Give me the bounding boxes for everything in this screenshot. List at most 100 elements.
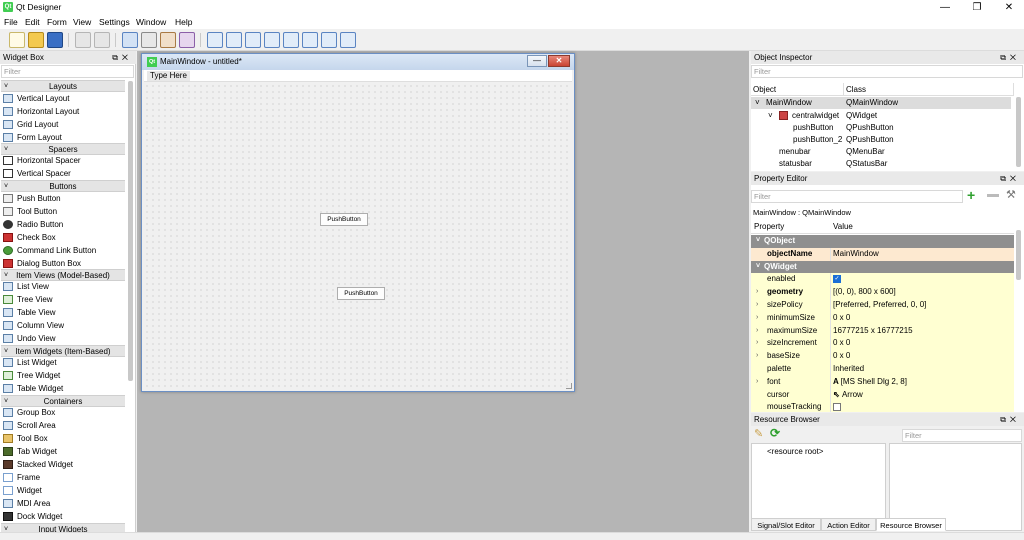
layout-grid-icon[interactable] <box>283 32 299 48</box>
chevron-right-icon[interactable]: › <box>756 312 758 325</box>
column-header-value[interactable]: Value <box>833 220 853 234</box>
property-row[interactable]: › sizePolicy [Preferred, Preferred, 0, 0] <box>751 299 1014 312</box>
chevron-down-icon[interactable]: ˅ <box>756 235 760 248</box>
category-buttons[interactable]: ˅ Buttons <box>1 180 125 192</box>
property-row[interactable]: › maximumSize 16777215 x 16777215 <box>751 324 1014 338</box>
menu-form[interactable]: Form <box>47 17 67 27</box>
object-inspector-scrollbar[interactable] <box>1016 97 1021 167</box>
widget-table-widget[interactable]: Table Widget <box>3 383 63 395</box>
widget-box-scrollbar[interactable] <box>128 81 133 381</box>
menu-file[interactable]: File <box>4 17 18 27</box>
chevron-right-icon[interactable]: › <box>756 286 758 299</box>
property-row[interactable]: mouseTracking <box>751 401 1014 412</box>
category-item-views[interactable]: ˅ Item Views (Model-Based) <box>1 269 125 281</box>
form-window[interactable]: Qt MainWindow - untitled* — ✕ Type Here … <box>141 53 575 392</box>
category-item-widgets[interactable]: ˅ Item Widgets (Item-Based) <box>1 345 125 357</box>
widget-push-button[interactable]: Push Button <box>3 193 61 205</box>
widget-frame[interactable]: Frame <box>3 472 40 484</box>
configure-wrench-icon[interactable]: ⚒ <box>1006 188 1016 201</box>
property-value[interactable]: 0 x 0 <box>833 337 850 350</box>
property-row[interactable]: › baseSize 0 x 0 <box>751 350 1014 363</box>
property-value[interactable]: 0 x 0 <box>833 350 850 363</box>
adjust-size-icon[interactable] <box>340 32 356 48</box>
oi-object-centralwidget[interactable]: centralwidget <box>792 110 839 122</box>
property-row[interactable]: › minimumSize 0 x 0 <box>751 311 1014 325</box>
edit-buddies-icon[interactable] <box>160 32 176 48</box>
menu-edit[interactable]: Edit <box>25 17 40 27</box>
edit-tab-order-icon[interactable] <box>179 32 195 48</box>
widget-list-view[interactable]: List View <box>3 281 49 293</box>
oi-object-mainwindow[interactable]: MainWindow <box>766 97 812 109</box>
widget-scroll-area[interactable]: Scroll Area <box>3 420 56 432</box>
widget-tree-view[interactable]: Tree View <box>3 294 53 306</box>
property-value[interactable]: [Preferred, Preferred, 0, 0] <box>833 299 926 312</box>
widget-dock-widget[interactable]: Dock Widget <box>3 511 62 523</box>
widget-table-view[interactable]: Table View <box>3 307 56 319</box>
widget-radio-button[interactable]: Radio Button <box>3 219 63 231</box>
minimize-button[interactable]: — <box>930 0 960 15</box>
property-checkbox[interactable] <box>833 403 841 412</box>
chevron-right-icon[interactable]: › <box>756 299 758 312</box>
widget-command-link-button[interactable]: Command Link Button <box>3 245 96 257</box>
menu-view[interactable]: View <box>73 17 91 27</box>
widget-vertical-spacer[interactable]: Vertical Spacer <box>3 168 71 180</box>
edit-signals-slots-icon[interactable] <box>141 32 157 48</box>
add-dynamic-property-icon[interactable]: + <box>967 187 975 203</box>
layout-vertical-splitter-icon[interactable] <box>264 32 280 48</box>
widget-tool-button[interactable]: Tool Button <box>3 206 57 218</box>
widget-check-box[interactable]: Check Box <box>3 232 56 244</box>
oi-object-pushbutton-2[interactable]: pushButton_2 <box>793 134 842 146</box>
property-value[interactable]: Inherited <box>833 363 864 376</box>
property-value[interactable]: [(0, 0), 800 x 600] <box>833 286 896 299</box>
widget-grid-layout[interactable]: Grid Layout <box>3 119 58 131</box>
menu-settings[interactable]: Settings <box>99 17 130 27</box>
widget-mdi-area[interactable]: MDI Area <box>3 498 50 510</box>
menu-window[interactable]: Window <box>136 17 166 27</box>
chevron-right-icon[interactable]: › <box>756 350 758 363</box>
layout-horizontal-icon[interactable] <box>207 32 223 48</box>
dock-float-close-icon[interactable]: ⧉✕ <box>112 51 132 64</box>
resource-root-item[interactable]: <resource root> <box>767 447 823 456</box>
property-editor-scrollbar[interactable] <box>1016 230 1021 280</box>
form-push-button-2[interactable]: PushButton <box>337 287 385 300</box>
maximize-button[interactable]: ❐ <box>962 0 992 15</box>
property-value[interactable]: MainWindow <box>833 248 879 261</box>
dock-float-close-icon[interactable]: ⧉✕ <box>1000 413 1020 426</box>
form-titlebar[interactable]: Qt MainWindow - untitled* — ✕ <box>142 54 574 70</box>
layout-form-icon[interactable] <box>302 32 318 48</box>
widget-list-widget[interactable]: List Widget <box>3 357 57 369</box>
property-value[interactable]: ✓ <box>833 273 841 286</box>
layout-vertical-icon[interactable] <box>226 32 242 48</box>
dock-float-close-icon[interactable]: ⧉✕ <box>1000 172 1020 185</box>
widget-undo-view[interactable]: Undo View <box>3 333 56 345</box>
form-canvas[interactable]: PushButton PushButton <box>144 83 572 390</box>
widget-vertical-layout[interactable]: Vertical Layout <box>3 93 69 105</box>
break-layout-icon[interactable] <box>321 32 337 48</box>
oi-object-menubar[interactable]: menubar <box>779 146 811 158</box>
property-value[interactable]: 0 x 0 <box>833 312 850 325</box>
widget-horizontal-layout[interactable]: Horizontal Layout <box>3 106 79 118</box>
property-value[interactable] <box>833 401 841 412</box>
form-push-button-1[interactable]: PushButton <box>320 213 368 226</box>
form-minimize-button[interactable]: — <box>527 55 547 67</box>
column-header-object[interactable]: Object <box>751 83 844 96</box>
chevron-down-icon[interactable]: ˅ <box>756 261 760 274</box>
resource-browser-filter-input[interactable]: Filter <box>902 429 1022 442</box>
widget-tab-widget[interactable]: Tab Widget <box>3 446 57 458</box>
redo-icon[interactable] <box>94 32 110 48</box>
type-here-menu[interactable]: Type Here <box>147 71 190 81</box>
menu-help[interactable]: Help <box>175 17 192 27</box>
property-row[interactable]: › font A [MS Shell Dlg 2, 8] <box>751 375 1014 389</box>
chevron-right-icon[interactable]: › <box>756 337 758 350</box>
category-layouts[interactable]: ˅ Layouts <box>1 80 125 92</box>
undo-icon[interactable] <box>75 32 91 48</box>
form-close-button[interactable]: ✕ <box>548 55 570 67</box>
reload-icon[interactable]: ⟳ <box>770 426 780 440</box>
property-row[interactable]: cursor ⇖ Arrow <box>751 388 1014 402</box>
property-row[interactable]: › sizeIncrement 0 x 0 <box>751 337 1014 351</box>
property-row[interactable]: › geometry [(0, 0), 800 x 600] <box>751 286 1014 299</box>
property-group-header[interactable]: ˅ QWidget <box>751 260 1014 274</box>
property-group-header[interactable]: ˅ QObject <box>751 235 1014 248</box>
new-form-icon[interactable] <box>9 32 25 48</box>
resize-grip-icon[interactable] <box>566 383 572 389</box>
